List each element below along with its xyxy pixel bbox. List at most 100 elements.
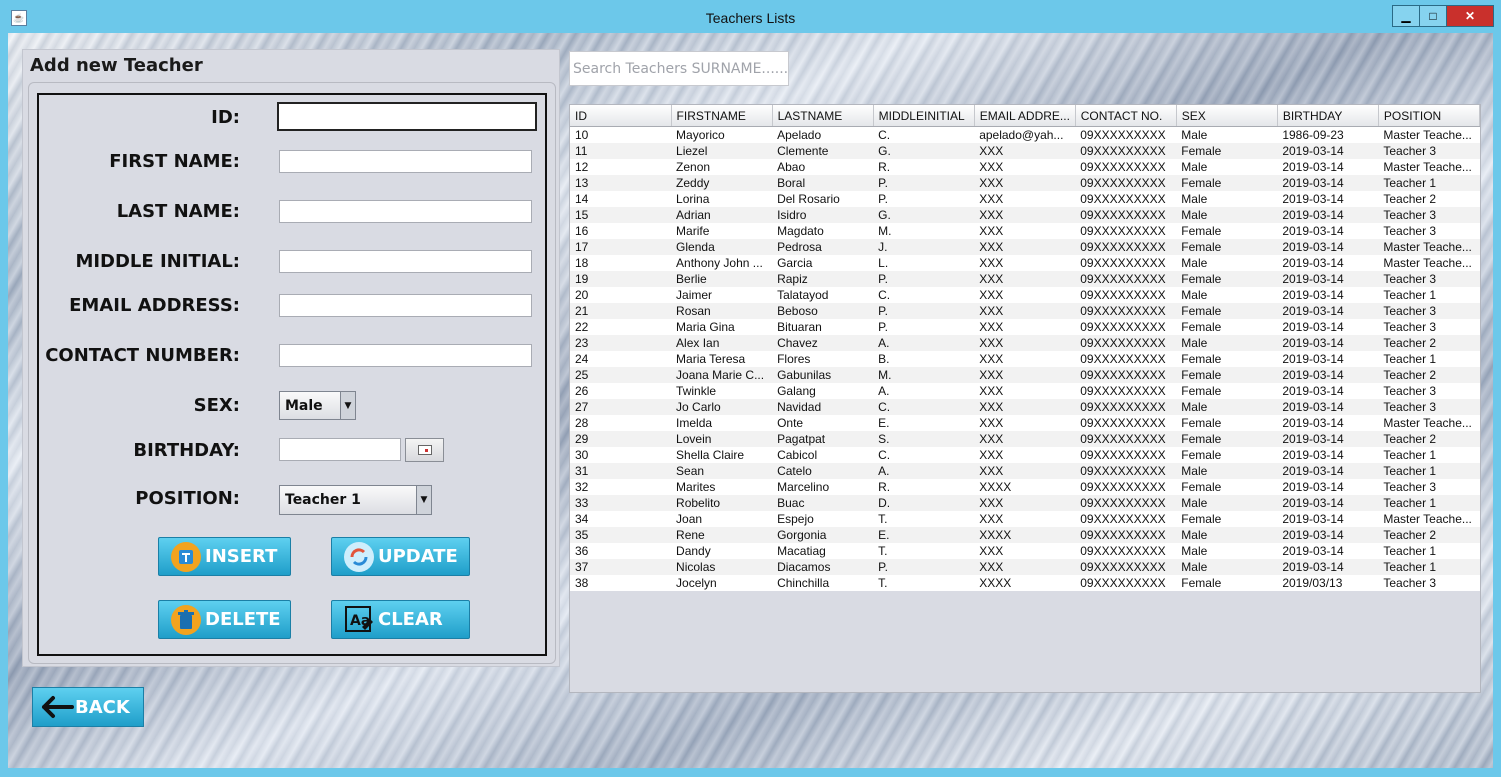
table-cell: Female (1176, 175, 1278, 191)
position-select[interactable]: Teacher 1 ▼ (279, 485, 432, 515)
table-row[interactable]: 28 Imelda Onte E. XXX 09XXXXXXXXX Female 2019-0… (570, 415, 1480, 431)
table-row[interactable]: 22 Maria Gina Bituaran P. XXX 09XXXXXXXXX Fema… (570, 319, 1480, 335)
table-row[interactable]: 13 Zeddy Boral P. XXX 09XXXXXXXXX Female 2019-0… (570, 175, 1480, 191)
table-cell: Male (1176, 399, 1278, 415)
teachers-table-container[interactable]: ID FIRSTNAME LASTNAME MIDDLEINITIAL EMAIL AD… (569, 104, 1481, 693)
table-cell: Teacher 3 (1378, 271, 1480, 287)
table-cell: 2019/03/13 (1282, 576, 1343, 590)
search-input[interactable]: Search Teachers SURNAME...... (569, 51, 789, 86)
contact-field[interactable] (279, 344, 532, 367)
table-row[interactable]: 11 Liezel Clemente G. XXX 09XXXXXXXXX Female 20… (570, 143, 1480, 159)
table-row[interactable]: 26 Twinkle Galang A. XXX 09XXXXXXXXX Female 201… (570, 383, 1480, 399)
table-row[interactable]: 29 Lovein Pagatpat S. XXX 09XXXXXXXXX Female 20… (570, 431, 1480, 447)
table-cell: 09XXXXXXXXX (1075, 559, 1177, 575)
table-cell: XXX (979, 192, 1004, 206)
update-button[interactable]: UPDATE (331, 537, 470, 576)
table-cell: 09XXXXXXXXX (1080, 320, 1166, 334)
table-cell: 2019-03-14 (1282, 288, 1344, 302)
table-row[interactable]: 21 Rosan Beboso P. XXX 09XXXXXXXXX Female 2019-… (570, 303, 1480, 319)
table-cell: Shella Claire (676, 448, 745, 462)
table-row[interactable]: 17 Glenda Pedrosa J. XXX 09XXXXXXXXX Female 201… (570, 239, 1480, 255)
table-cell: 09XXXXXXXXX (1080, 256, 1166, 270)
calendar-button[interactable] (405, 438, 444, 462)
column-header[interactable]: ID (570, 105, 672, 127)
table-cell: Master Teache... (1383, 416, 1472, 430)
table-row[interactable]: 16 Marife Magdato M. XXX 09XXXXXXXXX Female 201… (570, 223, 1480, 239)
table-row[interactable]: 36 Dandy Macatiag T. XXX 09XXXXXXXXX Male 2019-… (570, 543, 1480, 559)
table-cell: Maria Teresa (676, 352, 746, 366)
table-row[interactable]: 27 Jo Carlo Navidad C. XXX 09XXXXXXXXX Male 201… (570, 399, 1480, 415)
table-cell: 09XXXXXXXXX (1080, 480, 1166, 494)
table-row[interactable]: 20 Jaimer Talatayod C. XXX 09XXXXXXXXX Male 201… (570, 287, 1480, 303)
table-cell: M. (873, 367, 975, 383)
column-header[interactable]: LASTNAME (772, 105, 874, 127)
table-row[interactable]: 15 Adrian Isidro G. XXX 09XXXXXXXXX Male 2019-0… (570, 207, 1480, 223)
table-row[interactable]: 34 Joan Espejo T. XXX 09XXXXXXXXX Female 2019-0… (570, 511, 1480, 527)
last-name-field[interactable] (279, 200, 532, 223)
table-cell: 09XXXXXXXXX (1075, 335, 1177, 351)
table-cell: 38 (575, 576, 589, 590)
table-row[interactable]: 31 Sean Catelo A. XXX 09XXXXXXXXX Male 2019-03-… (570, 463, 1480, 479)
table-cell: 09XXXXXXXXX (1080, 416, 1166, 430)
table-cell: XXX (974, 559, 1076, 575)
table-row[interactable]: 12 Zenon Abao R. XXX 09XXXXXXXXX Male 2019-03-1… (570, 159, 1480, 175)
table-cell: 12 (575, 160, 589, 174)
table-cell: T. (878, 544, 888, 558)
app-window: ☕ Teachers Lists ▁ □ ✕ Add new Teacher I… (0, 0, 1501, 777)
table-cell: Garcia (777, 256, 813, 270)
back-button[interactable]: BACK (32, 687, 144, 727)
column-header[interactable]: EMAIL ADDRE... (974, 105, 1076, 127)
table-cell: 2019-03-14 (1282, 512, 1344, 526)
table-row[interactable]: 33 Robelito Buac D. XXX 09XXXXXXXXX Male 2019-0… (570, 495, 1480, 511)
table-cell: 36 (575, 544, 589, 558)
table-cell: Female (1181, 416, 1222, 430)
table-cell: 09XXXXXXXXX (1075, 175, 1177, 191)
table-row[interactable]: 30 Shella Claire Cabicol C. XXX 09XXXXXXXXX Fe… (570, 447, 1480, 463)
column-header[interactable]: MIDDLEINITIAL (873, 105, 975, 127)
table-cell: P. (873, 271, 975, 287)
table-cell: 2019-03-14 (1282, 480, 1344, 494)
id-field[interactable] (277, 102, 537, 131)
table-row[interactable]: 25 Joana Marie C... Gabunilas M. XXX 09XXXXXX… (570, 367, 1480, 383)
column-header[interactable]: CONTACT NO. (1075, 105, 1177, 127)
table-row[interactable]: 14 Lorina Del Rosario P. XXX 09XXXXXXXXX Male 2… (570, 191, 1480, 207)
table-cell: E. (873, 527, 975, 543)
minimize-button[interactable]: ▁ (1392, 5, 1420, 27)
insert-button[interactable]: INSERT (158, 537, 291, 576)
trash-icon (171, 604, 201, 635)
table-row[interactable]: 10 Mayorico Apelado C. apelado@yah... 09XXXXX… (570, 127, 1480, 144)
column-header[interactable]: FIRSTNAME (671, 105, 773, 127)
table-cell: Master Teache... (1383, 512, 1472, 526)
table-row[interactable]: 35 Rene Gorgonia E. XXXX 09XXXXXXXXX Male 2019-… (570, 527, 1480, 543)
sex-select[interactable]: Male ▼ (279, 391, 356, 420)
table-cell: Female (1176, 367, 1278, 383)
column-header[interactable]: BIRTHDAY (1277, 105, 1379, 127)
close-button[interactable]: ✕ (1446, 5, 1494, 27)
table-cell: Glenda (671, 239, 773, 255)
maximize-button[interactable]: □ (1419, 5, 1447, 27)
email-field[interactable] (279, 294, 532, 317)
table-row[interactable]: 19 Berlie Rapiz P. XXX 09XXXXXXXXX Female 2019-… (570, 271, 1480, 287)
column-header[interactable]: SEX (1176, 105, 1278, 127)
column-header[interactable]: POSITION (1378, 105, 1480, 127)
first-name-field[interactable] (279, 150, 532, 173)
clear-button[interactable]: Aa CLEAR (331, 600, 470, 639)
table-cell: Female (1181, 320, 1222, 334)
table-row[interactable]: 37 Nicolas Diacamos P. XXX 09XXXXXXXXX Male 201… (570, 559, 1480, 575)
table-cell: Espejo (777, 512, 814, 526)
table-cell: P. (873, 303, 975, 319)
table-row[interactable]: 32 Marites Marcelino R. XXXX 09XXXXXXXXX Femal… (570, 479, 1480, 495)
middle-initial-field[interactable] (279, 250, 532, 273)
table-cell: 17 (570, 239, 672, 255)
delete-button[interactable]: DELETE (158, 600, 291, 639)
table-cell: T. (878, 576, 888, 590)
table-cell: XXX (974, 175, 1076, 191)
table-row[interactable]: 18 Anthony John ... Garcia L. XXX 09XXXXXXXXX… (570, 255, 1480, 271)
table-cell: Maria Gina (676, 320, 735, 334)
table-cell: Teacher 3 (1378, 399, 1480, 415)
table-row[interactable]: 38 Jocelyn Chinchilla T. XXXX 09XXXXXXXXX Fema… (570, 575, 1480, 591)
table-row[interactable]: 23 Alex Ian Chavez A. XXX 09XXXXXXXXX Male 2019… (570, 335, 1480, 351)
table-row[interactable]: 24 Maria Teresa Flores B. XXX 09XXXXXXXXX Fema… (570, 351, 1480, 367)
table-cell: 09XXXXXXXXX (1075, 367, 1177, 383)
birthday-field[interactable] (279, 438, 401, 461)
